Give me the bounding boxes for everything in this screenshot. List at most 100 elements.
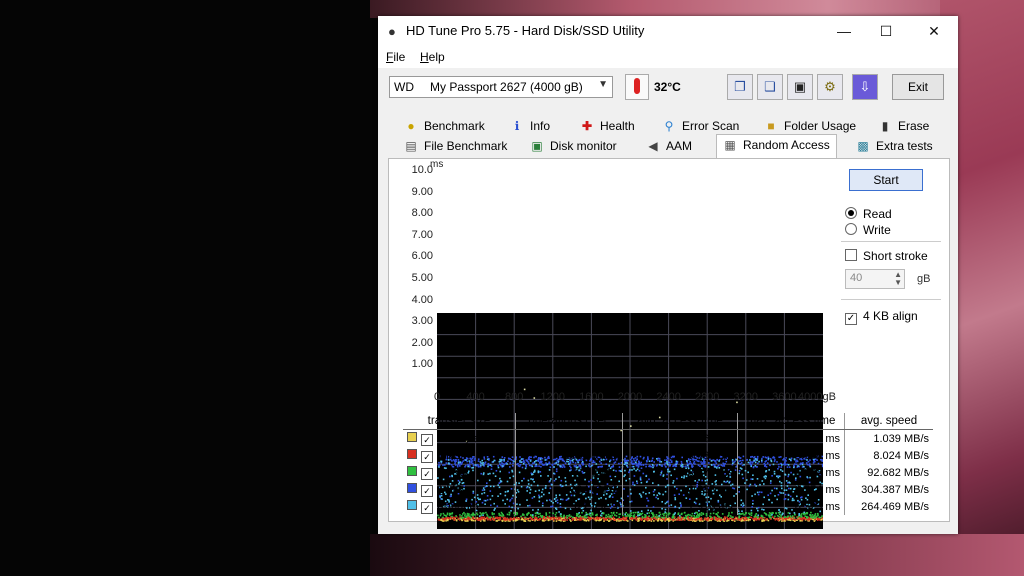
maximize-button[interactable]: ☐ <box>866 20 906 42</box>
data-point <box>548 515 551 518</box>
data-point <box>740 518 742 520</box>
save-icon[interactable]: ⇩ <box>852 74 878 100</box>
data-point <box>788 519 790 521</box>
data-point <box>766 518 768 520</box>
tab-aam[interactable]: ◀ AAM <box>646 136 692 156</box>
drive-select[interactable]: WD My Passport 2627 (4000 gB) ▼ <box>389 76 613 98</box>
close-button[interactable]: ✕ <box>914 20 954 42</box>
x-tick-label: 1600 <box>579 391 604 403</box>
data-point <box>578 515 580 518</box>
data-point <box>708 519 711 522</box>
data-point <box>586 516 588 519</box>
title-bar[interactable]: ● HD Tune Pro 5.75 - Hard Disk/SSD Utili… <box>378 16 958 46</box>
data-point <box>821 515 823 517</box>
short-stroke-checkbox[interactable]: Short stroke <box>845 249 928 263</box>
data-point <box>793 517 796 519</box>
screenshot-icon[interactable]: ▣ <box>787 74 813 100</box>
data-point <box>523 518 526 520</box>
write-radio[interactable]: Write <box>845 223 891 237</box>
data-point <box>814 518 817 521</box>
data-point <box>509 518 512 521</box>
data-point <box>653 520 655 522</box>
chevron-down-icon: ▼ <box>598 79 608 90</box>
read-radio[interactable]: Read <box>845 207 892 221</box>
max-cell: 3.964 ms <box>737 447 845 464</box>
data-point <box>520 515 522 518</box>
data-point <box>762 516 765 519</box>
series-color-swatch <box>407 482 417 493</box>
align-4kb-checkbox[interactable]: ✓ 4 KB align <box>845 309 918 325</box>
size-cell: ✓ Random <box>403 498 516 515</box>
copy-all-icon[interactable]: ❑ <box>757 74 783 100</box>
read-radio-dot <box>845 207 857 219</box>
data-point <box>551 516 554 519</box>
data-point <box>757 516 759 519</box>
ops-cell: 304 IOPS <box>515 481 623 498</box>
data-point <box>469 516 472 518</box>
ops-cell: 2054 IOPS <box>515 447 623 464</box>
data-point <box>774 519 777 521</box>
data-point <box>599 516 602 519</box>
tab-health[interactable]: ✚ Health <box>580 116 635 136</box>
tab-error-scan[interactable]: ⚲ Error Scan <box>662 116 740 136</box>
data-point <box>679 514 681 517</box>
short-stroke-spinner[interactable]: 40 ▲ ▼ <box>845 269 905 289</box>
series-checkbox[interactable]: ✓ <box>421 433 433 446</box>
size-label: 4 KB <box>437 449 461 462</box>
data-point <box>510 517 512 520</box>
copy-icon[interactable]: ❐ <box>727 74 753 100</box>
tab-file-benchmark[interactable]: ▤ File Benchmark <box>404 136 507 156</box>
tab-disk-monitor[interactable]: ▣ Disk monitor <box>530 136 616 156</box>
data-point <box>790 518 793 520</box>
options-icon[interactable]: ⚙ <box>817 74 843 100</box>
tab-info[interactable]: ℹ Info <box>510 116 550 136</box>
series-checkbox[interactable]: ✓ <box>421 484 433 497</box>
tab-extra-tests[interactable]: ▩ Extra tests <box>856 136 932 156</box>
series-checkbox[interactable]: ✓ <box>421 501 433 514</box>
menu-help[interactable]: Help <box>420 50 445 64</box>
start-button[interactable]: Start <box>849 169 923 191</box>
data-point <box>595 517 598 520</box>
data-point <box>575 516 577 519</box>
data-point <box>550 518 552 520</box>
data-point <box>439 514 442 517</box>
data-point <box>743 516 746 519</box>
data-point <box>673 518 675 521</box>
data-point <box>673 515 675 518</box>
results-header-row: transfer size operations / sec avg. acce… <box>403 413 933 430</box>
data-point <box>643 520 645 522</box>
data-point <box>612 517 615 519</box>
data-point <box>819 519 821 521</box>
data-point <box>628 515 630 517</box>
avg-cell: 3.285 ms <box>622 481 738 498</box>
data-point <box>726 517 729 520</box>
exit-button[interactable]: Exit <box>892 74 944 100</box>
data-point <box>489 516 492 519</box>
data-point <box>550 516 552 519</box>
menu-file[interactable]: File <box>386 50 405 64</box>
series-checkbox[interactable]: ✓ <box>421 467 433 480</box>
tab-random-access[interactable]: ▦ Random Access <box>716 134 837 159</box>
speed-cell: 92.682 MB/s <box>867 466 929 479</box>
minimize-button[interactable]: — <box>824 20 864 42</box>
data-point <box>654 516 657 518</box>
table-row: ✓ 4 KB 2054 IOPS 0.486 ms 3.964 ms 8.024 MB/s <box>403 447 933 464</box>
data-point <box>691 515 693 517</box>
tab-folder-usage[interactable]: ■ Folder Usage <box>764 116 856 136</box>
file-benchmark-icon: ▤ <box>405 139 417 153</box>
series-color-swatch <box>407 465 417 476</box>
series-checkbox[interactable]: ✓ <box>421 450 433 463</box>
tab-erase[interactable]: ▮ Erase <box>878 116 930 136</box>
data-point <box>661 518 664 520</box>
data-point <box>610 518 612 520</box>
data-point <box>785 518 787 521</box>
table-row: ✓ 1 MB 304 IOPS 3.285 ms 6.774 ms 304.387 MB/… <box>403 481 933 498</box>
tab-benchmark[interactable]: ● Benchmark <box>404 116 484 136</box>
data-point <box>465 516 467 518</box>
data-point <box>556 518 558 521</box>
data-point <box>687 516 689 518</box>
data-point <box>624 518 626 521</box>
data-point <box>559 515 562 517</box>
data-point <box>754 515 757 518</box>
data-point <box>443 517 446 520</box>
